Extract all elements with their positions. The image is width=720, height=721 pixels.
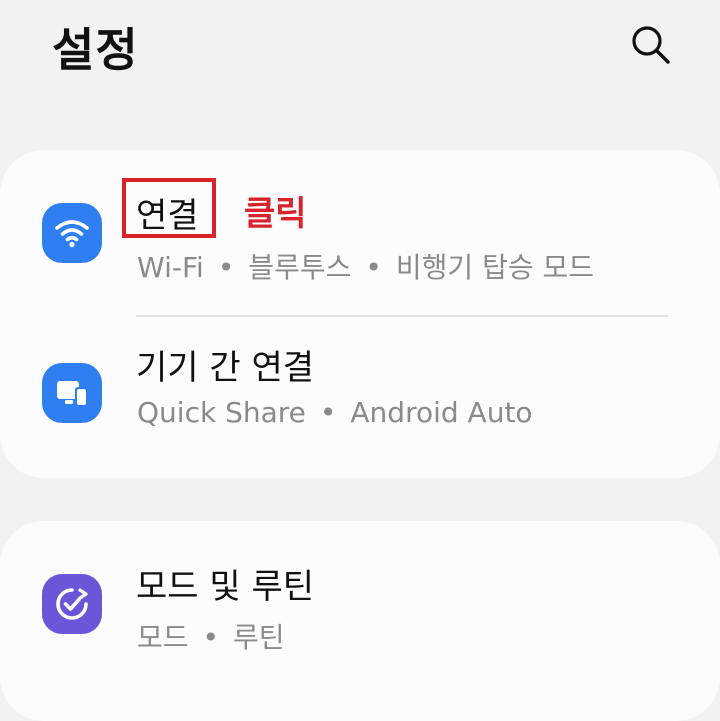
- item-subtitle: 모드 • 루틴: [137, 616, 285, 656]
- settings-card-modes: 모드 및 루틴 모드 • 루틴: [0, 521, 720, 721]
- item-subtitle: Wi-Fi • 블루투스 • 비행기 탑승 모드: [137, 246, 594, 286]
- devices-icon: [42, 363, 102, 423]
- search-icon: [632, 26, 670, 64]
- separator-dot: •: [319, 396, 337, 429]
- settings-item-connected-devices[interactable]: 기기 간 연결 Quick Share • Android Auto: [0, 317, 720, 478]
- subtitle-part: 루틴: [233, 621, 285, 654]
- settings-item-connections[interactable]: 연결 클릭 Wi-Fi • 블루투스 • 비행기 탑승 모드: [0, 150, 720, 315]
- subtitle-part: Quick Share: [137, 396, 306, 429]
- subtitle-part: 블루투스: [248, 251, 352, 284]
- subtitle-part: 모드: [137, 621, 189, 654]
- search-button[interactable]: [624, 18, 678, 72]
- page-title: 설정: [52, 23, 139, 77]
- separator-dot: •: [217, 251, 235, 284]
- settings-item-modes-routines[interactable]: 모드 및 루틴 모드 • 루틴: [0, 521, 720, 656]
- app-header: 설정: [0, 0, 720, 110]
- item-title: 모드 및 루틴: [136, 567, 315, 607]
- subtitle-part: Android Auto: [350, 396, 533, 429]
- item-title: 기기 간 연결: [136, 348, 315, 388]
- click-annotation: 클릭: [244, 194, 307, 234]
- wifi-icon: [42, 203, 102, 263]
- subtitle-part: Wi-Fi: [137, 251, 204, 284]
- click-highlight-box: [122, 178, 216, 238]
- separator-dot: •: [202, 621, 220, 654]
- subtitle-part: 비행기 탑승 모드: [395, 251, 595, 284]
- modes-routines-icon: [42, 574, 102, 634]
- separator-dot: •: [365, 251, 382, 284]
- settings-card-connections: 연결 클릭 Wi-Fi • 블루투스 • 비행기 탑승 모드 기기 간 연결 Quick…: [0, 150, 720, 478]
- item-subtitle: Quick Share • Android Auto: [137, 396, 533, 429]
